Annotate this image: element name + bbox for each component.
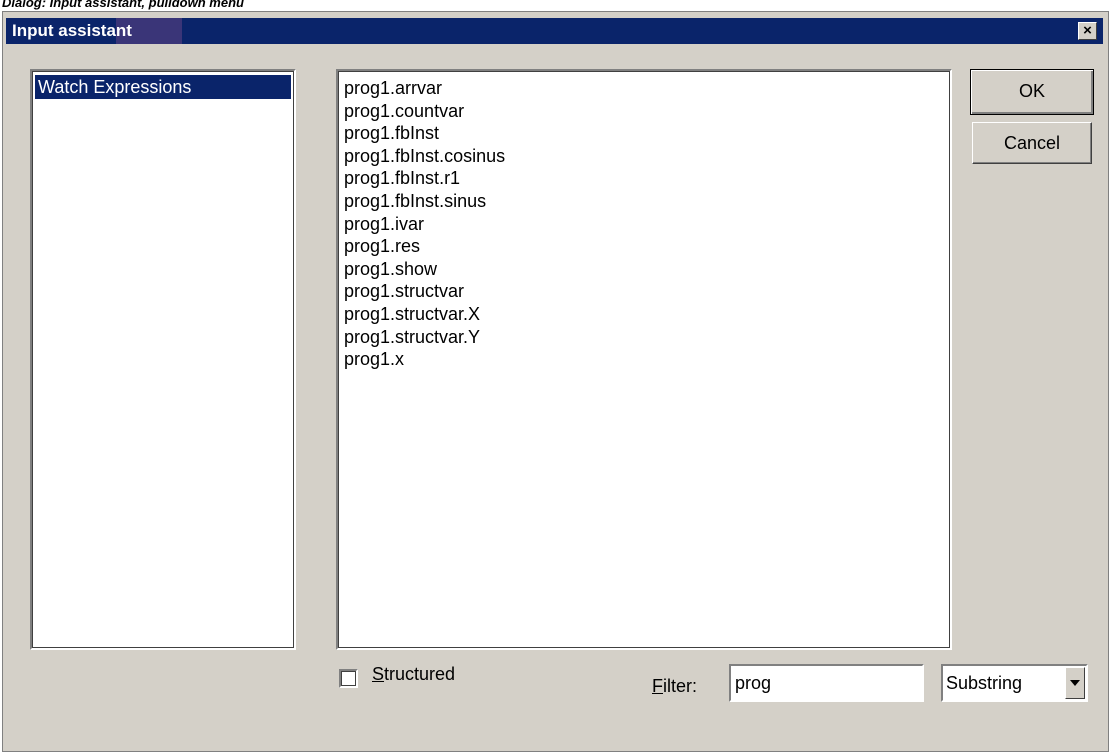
expression-item[interactable]: prog1.structvar.X (344, 303, 505, 326)
expression-item[interactable]: prog1.fbInst.cosinus (344, 145, 505, 168)
structured-mnemonic: S (372, 664, 385, 684)
filter-label: Filter: (652, 676, 697, 697)
filter-label-text: ilter: (663, 676, 698, 696)
expression-item[interactable]: prog1.fbInst.sinus (344, 190, 505, 213)
structured-checkbox[interactable] (339, 669, 358, 688)
filter-input[interactable] (729, 664, 924, 702)
expression-item[interactable]: prog1.ivar (344, 213, 505, 236)
expression-item[interactable]: prog1.structvar.Y (344, 326, 505, 349)
close-icon[interactable]: × (1078, 22, 1097, 40)
expression-item[interactable]: prog1.countvar (344, 100, 505, 123)
filter-mnemonic: F (652, 676, 663, 696)
expression-item[interactable]: prog1.structvar (344, 280, 505, 303)
expression-item[interactable]: prog1.fbInst.r1 (344, 167, 505, 190)
expression-list[interactable]: prog1.arrvar prog1.countvar prog1.fbInst pr… (336, 69, 952, 650)
ok-button[interactable]: OK (970, 69, 1094, 115)
match-mode-select[interactable]: Substring (941, 664, 1088, 702)
expression-item[interactable]: prog1.show (344, 258, 505, 281)
expression-item[interactable]: prog1.fbInst (344, 122, 505, 145)
expression-items: prog1.arrvar prog1.countvar prog1.fbInst pr… (344, 77, 505, 371)
category-item-watch-expressions[interactable]: Watch Expressions (35, 75, 291, 99)
page-caption: Dialog: Input assistant, pulldown menu (2, 0, 244, 10)
cancel-button[interactable]: Cancel (972, 122, 1092, 164)
structured-label-text: tructured (384, 664, 456, 684)
expression-item[interactable]: prog1.x (344, 348, 505, 371)
title-bar[interactable]: Input assistant × (6, 18, 1103, 44)
dialog-title: Input assistant (12, 21, 132, 40)
expression-item[interactable]: prog1.res (344, 235, 505, 258)
category-list[interactable]: Watch Expressions (30, 69, 296, 650)
match-mode-value: Substring (946, 673, 1023, 693)
expression-item[interactable]: prog1.arrvar (344, 77, 505, 100)
structured-label[interactable]: Structured (372, 664, 455, 685)
chevron-down-icon[interactable] (1065, 667, 1085, 699)
